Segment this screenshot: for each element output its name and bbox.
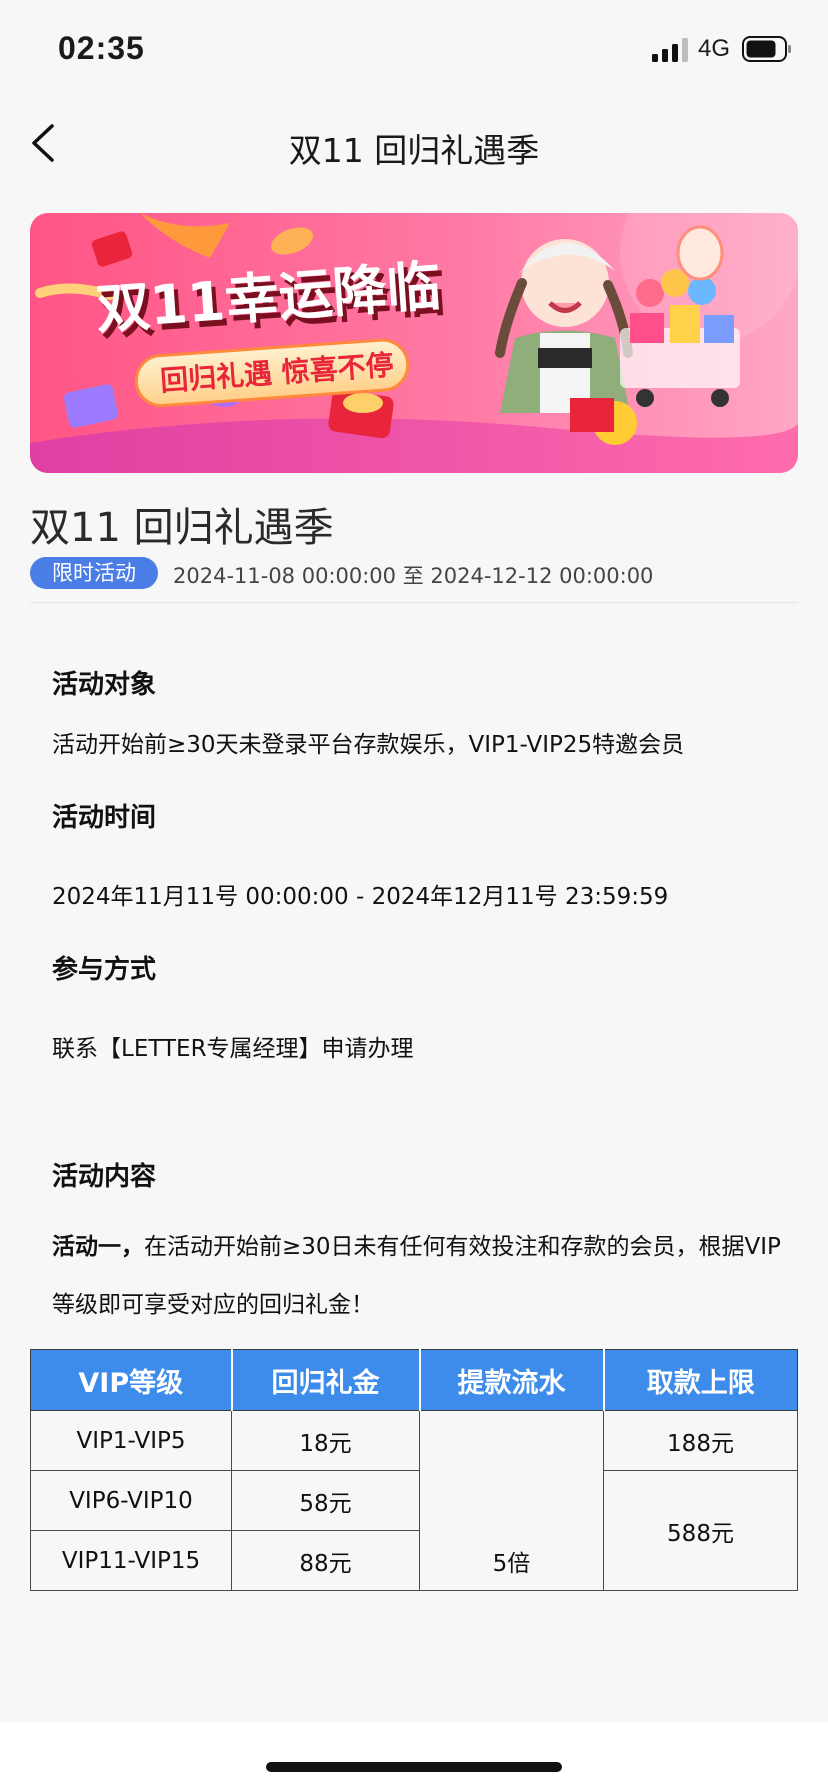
cell-vip-level: VIP11-VIP15 (30, 1530, 232, 1591)
navigation-bar: 双11 回归礼遇季 (0, 100, 828, 188)
table-row: VIP1-VIP5 18元 5倍 188元 (30, 1410, 798, 1591)
target-heading: 活动对象 (52, 670, 157, 700)
cell-bonus: 58元 (231, 1470, 420, 1531)
table-row: VIP6-VIP10 58元 588元 (30, 1470, 798, 1591)
activity-one-paragraph: 活动一，在活动开始前≥30日未有任何有效投注和存款的会员，根据VIP等级即可享受… (52, 1218, 782, 1334)
method-text: 联系【LETTER专属经理】申请办理 (52, 1036, 414, 1062)
banner-artwork: 双11幸运降临 双11幸运降临 回归礼遇 惊喜不停 (30, 213, 798, 473)
cell-vip-level: VIP6-VIP10 (30, 1470, 232, 1531)
event-date-range: 2024-11-08 00:00:00 至 2024-12-12 00:00:0… (173, 564, 654, 588)
cell-turnover: 5倍 (419, 1410, 604, 1591)
vip-bonus-table: VIP等级 回归礼金 提款流水 取款上限 VIP1-VIP5 18元 5倍 18… (30, 1349, 798, 1591)
activity-one-label: 活动一， (52, 1234, 144, 1260)
network-type: 4G (698, 35, 731, 62)
cell-bonus: 18元 (231, 1410, 420, 1471)
table-header-row: VIP等级 回归礼金 提款流水 取款上限 (30, 1349, 798, 1411)
status-time: 02:35 (58, 30, 145, 66)
cellular-signal-icon (652, 38, 688, 62)
header-return-bonus: 回归礼金 (230, 1349, 420, 1411)
activity-one-text: 在活动开始前≥30日未有任何有效投注和存款的会员，根据VIP等级即可享受对应的回… (52, 1234, 781, 1318)
cell-bonus: 88元 (231, 1530, 420, 1591)
nav-title: 双11 回归礼遇季 (288, 131, 540, 170)
header-vip-level: VIP等级 (30, 1349, 232, 1411)
divider (30, 602, 798, 603)
cell-limit: 588元 (603, 1470, 798, 1591)
promo-banner[interactable]: 双11幸运降临 双11幸运降临 回归礼遇 惊喜不停 (30, 213, 798, 473)
limited-time-badge: 限时活动 (30, 557, 158, 589)
header-turnover: 提款流水 (418, 1349, 604, 1411)
page-title: 双11 回归礼遇季 (30, 505, 334, 551)
cell-vip-level: VIP1-VIP5 (30, 1410, 232, 1471)
header-withdraw-limit: 取款上限 (602, 1349, 798, 1411)
battery-icon (742, 36, 791, 62)
time-text: 2024年11月11号 00:00:00 - 2024年12月11号 23:59… (52, 884, 669, 910)
method-heading: 参与方式 (52, 955, 157, 985)
home-indicator[interactable] (266, 1762, 562, 1772)
status-bar: 02:35 4G (0, 0, 828, 100)
cell-limit: 188元 (603, 1410, 798, 1471)
target-text: 活动开始前≥30天未登录平台存款娱乐，VIP1-VIP25特邀会员 (52, 732, 685, 758)
content-heading: 活动内容 (52, 1162, 157, 1192)
bottom-safe-area (0, 1722, 828, 1792)
time-heading: 活动时间 (52, 803, 157, 833)
